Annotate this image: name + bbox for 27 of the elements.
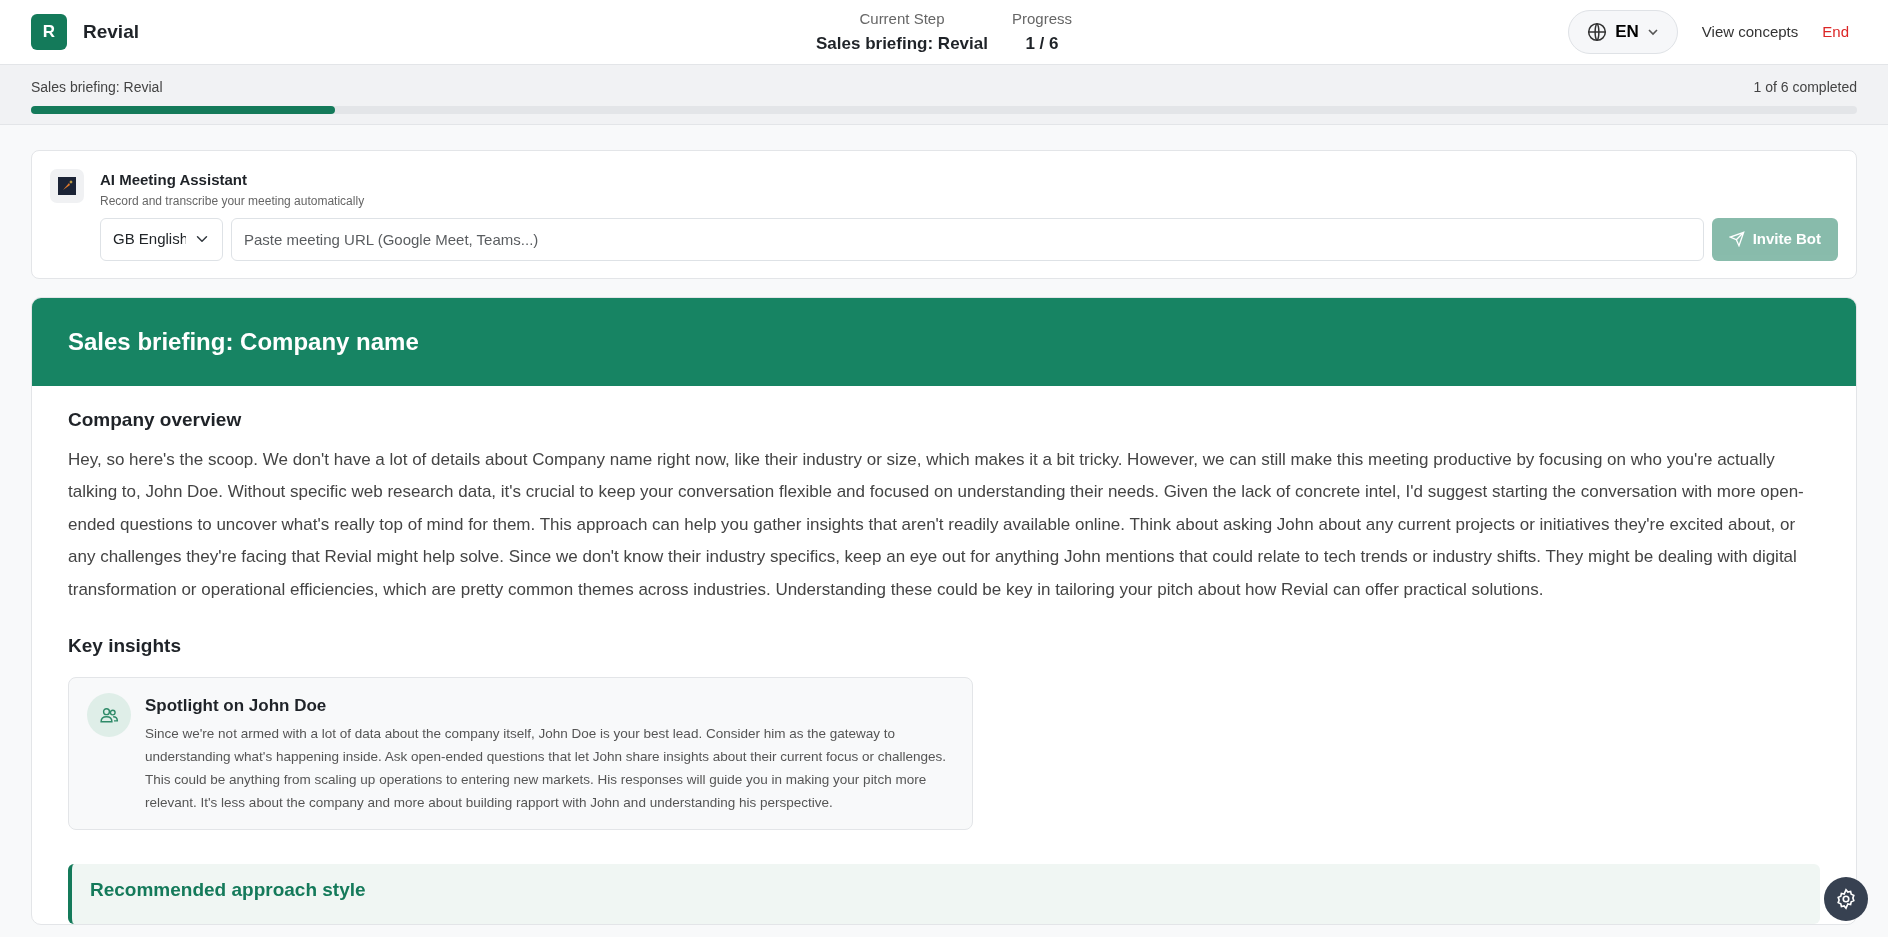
chevron-down-icon — [1646, 26, 1659, 38]
progress-label: Progress — [1011, 9, 1072, 29]
current-step-label: Current Step — [858, 9, 946, 29]
assistant-title: AI Meeting Assistant — [100, 170, 248, 190]
overview-paragraph: Hey, so here's the scoop. We don't have a lot of details about Company name right now, like their industry or size, which makes it a bit tricky. However, we can still make this meeting productive by focusing on who you're actually talking to, John Doe. Without specific web research data, it's crucial to keep your conversation flexible and focused on understanding their needs. Given the lack of concrete intel, I'd suggest starting the conversation with more open-ended questions to uncover what's really top of mind for them. This approach can help you gather insights that aren't readily available online. Think about asking John about any current projects or initiatives they're excited about, or any challenges they're facing that Revial might help solve. Since we don't know their industry specifics, keep an eye out for anything John mentions that could relate to tech trends or industry shifts. They might be dealing with digital transformation or operational efficiencies, which are pretty common themes across industries. Understanding these could be key in tailoring your pitch about how Revial can offer practical solutions. — [68, 449, 1805, 601]
view-concepts-link[interactable]: View concepts — [1701, 20, 1799, 44]
settings-icon — [1835, 888, 1857, 910]
language-button[interactable]: EN — [1568, 10, 1678, 54]
progress-summary: 1 of 6 completed — [1753, 78, 1857, 97]
logo: R — [31, 14, 67, 50]
current-step: Sales briefing: Revial — [816, 30, 988, 56]
briefing-title: Sales briefing: Company name — [32, 297, 1856, 386]
insight-title: Spotlight on John Doe — [145, 694, 328, 717]
meeting-url-field[interactable]: Paste meeting URL (Google Meet, Teams...) — [231, 217, 1704, 261]
progress-title: Sales briefing: Revial — [31, 78, 163, 97]
assistant-subtitle: Record and transcribe your meeting automatically — [100, 192, 366, 210]
app-name: Revial — [83, 19, 139, 44]
insight-text: Since we're not armed with a lot of data about the company itself, John Doe is your best lead. Consider him as the gateway to understanding what's happening inside. Ask open-ended questions that let John share insights about their current focus or challenges. This could be anything from scaling up operations to entering new markets. His responses will guide you in making your pitch more relevant. It's less about the company and more about building rapport with John and understanding his perspective. — [145, 725, 948, 813]
end-link[interactable]: End — [1822, 20, 1849, 44]
people-icon — [87, 692, 131, 737]
section-heading: Company overview — [68, 407, 243, 432]
approach-heading: Recommended approach style — [90, 878, 367, 903]
section-heading: Key insights — [68, 634, 182, 659]
globe-icon — [1587, 22, 1608, 42]
progress-count: 1 / 6 — [1024, 32, 1060, 55]
send-icon — [1728, 231, 1745, 247]
assistant-icon — [50, 169, 84, 203]
